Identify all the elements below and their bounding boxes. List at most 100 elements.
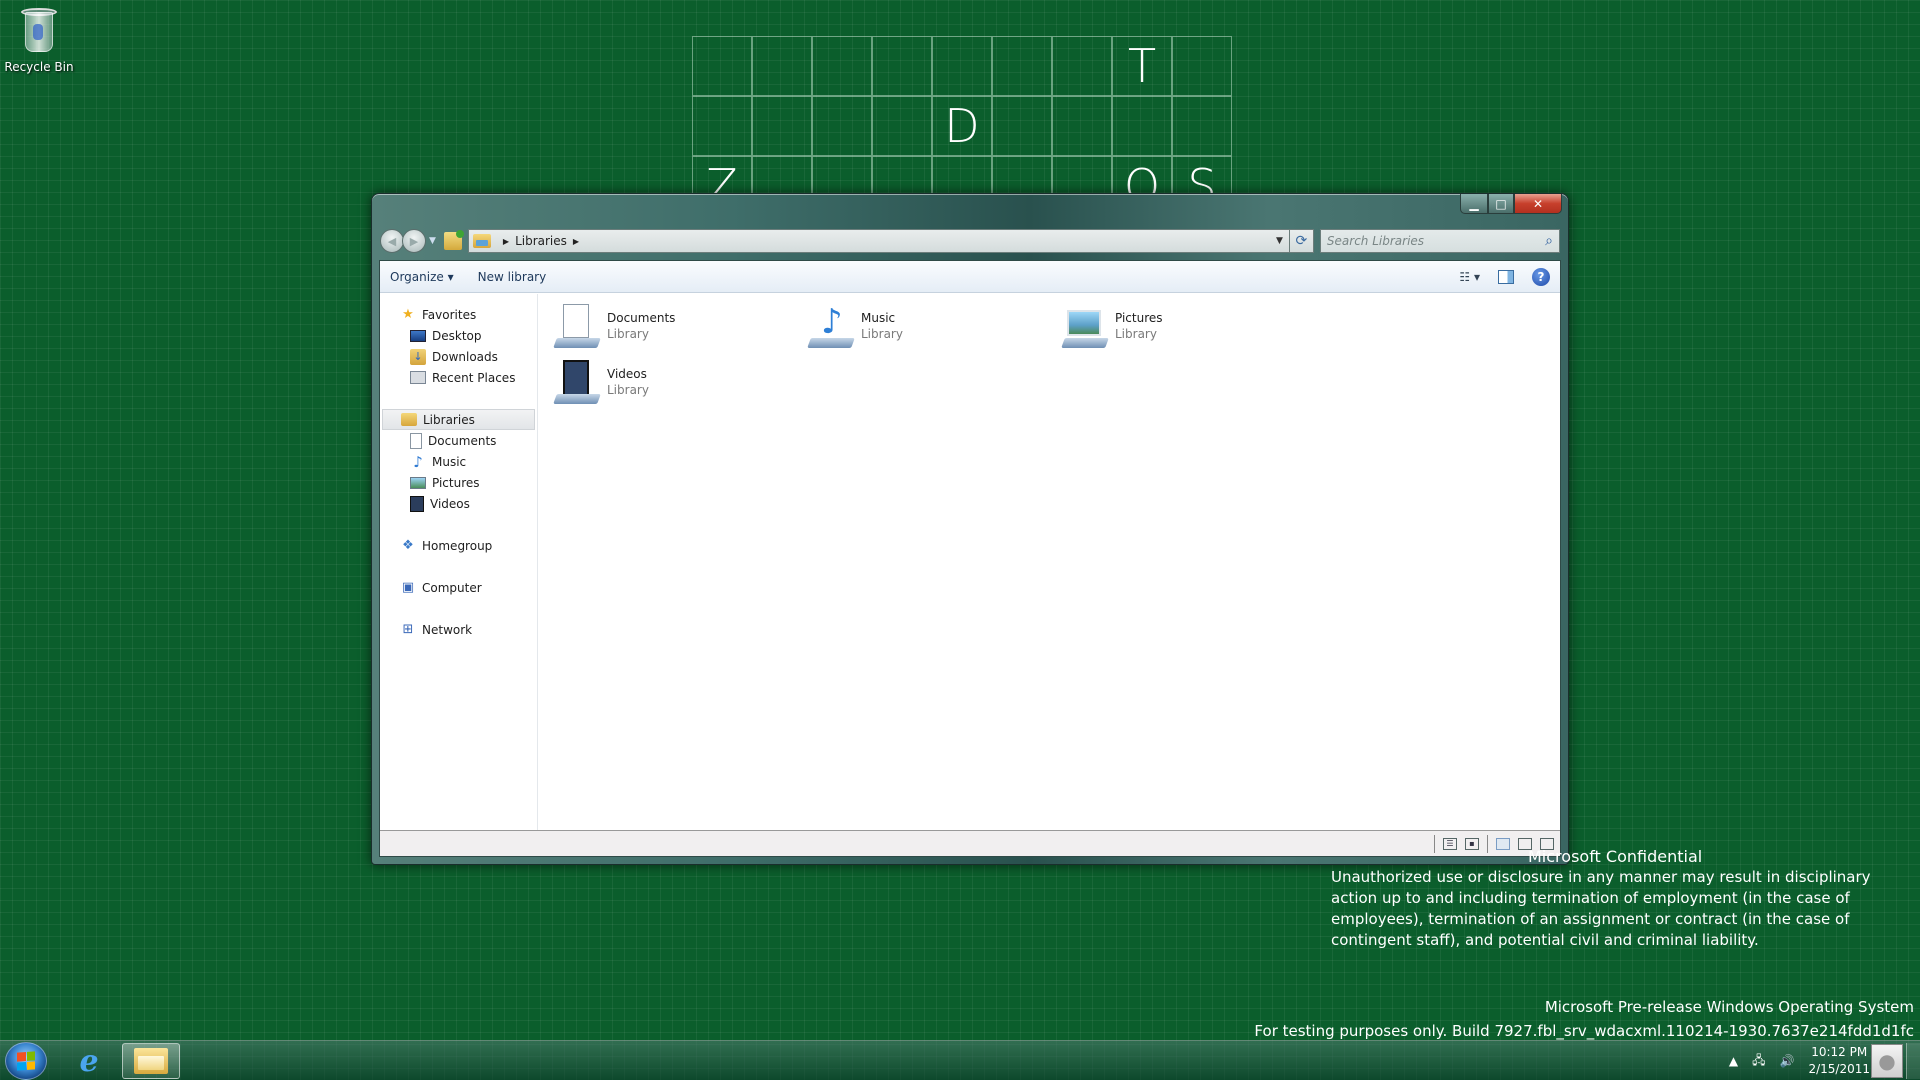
nav-label: Homegroup: [422, 538, 493, 553]
forward-arrow-icon: ▶: [409, 234, 419, 248]
new-library-button[interactable]: New library: [478, 270, 547, 284]
internet-explorer-icon: e: [79, 1043, 99, 1079]
show-hidden-icons-button[interactable]: ▲: [1729, 1054, 1738, 1068]
search-input[interactable]: Search Libraries ⌕: [1319, 229, 1560, 253]
library-type: Library: [607, 327, 649, 341]
libraries-folder-icon: [472, 234, 491, 248]
nav-label: Videos: [430, 496, 470, 511]
wallpaper-grid-cell: [1052, 96, 1112, 156]
wallpaper-grid-cell: [932, 36, 992, 96]
libraries-icon: [401, 413, 417, 426]
library-type: Library: [861, 327, 903, 341]
film-icon: [410, 495, 424, 512]
music-library-icon: ♪: [807, 302, 855, 350]
wallpaper-grid-cell: [1172, 36, 1232, 96]
nav-network[interactable]: ⊞ Network: [380, 619, 537, 640]
breadcrumb-arrow-icon[interactable]: ▶: [573, 237, 579, 246]
address-bar[interactable]: ▶ Libraries ▶ ▼: [467, 229, 1290, 253]
refresh-button[interactable]: ⟳: [1289, 229, 1314, 253]
nav-label: Favorites: [422, 307, 477, 322]
wallpaper-grid-cell: [872, 36, 932, 96]
library-name: Music: [861, 311, 896, 325]
wallpaper-grid-cell: [1172, 96, 1232, 156]
help-icon[interactable]: ?: [1532, 267, 1550, 286]
documents-library-icon: [553, 302, 601, 350]
library-name: Documents: [607, 311, 676, 325]
organize-button[interactable]: Organize ▾: [390, 270, 454, 284]
explorer-window: ▁ □ ✕ ◀ ▶ ▼ ▶ Libraries ▶ ▼ ⟳ Search Lib…: [371, 193, 1569, 865]
nav-favorites[interactable]: ★ Favorites: [380, 304, 537, 325]
library-type: Library: [607, 383, 649, 397]
wallpaper-grid-cell: [692, 36, 752, 96]
recent-places-icon: [410, 371, 426, 384]
back-button[interactable]: ◀: [380, 229, 404, 253]
search-icon[interactable]: ⌕: [1545, 233, 1553, 249]
os-line: Microsoft Pre-release Windows Operating …: [1544, 998, 1914, 1016]
nav-libraries[interactable]: Libraries: [382, 409, 535, 430]
nav-downloads[interactable]: ↓ Downloads: [380, 346, 537, 367]
recent-pages-dropdown[interactable]: ▼: [429, 236, 436, 246]
nav-label: Documents: [428, 433, 497, 448]
nav-label: Pictures: [432, 475, 480, 490]
minimize-button[interactable]: ▁: [1460, 194, 1488, 214]
change-view-icon[interactable]: ☷ ▾: [1459, 270, 1480, 284]
command-bar: Organize ▾ New library ☷ ▾ ?: [380, 261, 1560, 293]
wallpaper-grid-cell: [992, 96, 1052, 156]
clock-date: 2/15/2011: [1808, 1062, 1870, 1076]
star-icon: ★: [402, 307, 414, 322]
volume-icon[interactable]: 🔊: [1780, 1054, 1795, 1068]
nav-recent-places[interactable]: Recent Places: [380, 367, 537, 388]
desktop-icon-recycle-bin[interactable]: Recycle Bin: [4, 6, 74, 74]
close-button[interactable]: ✕: [1514, 194, 1562, 214]
maximize-button[interactable]: □: [1488, 194, 1514, 214]
user-avatar-icon[interactable]: ●: [1871, 1044, 1903, 1078]
library-pictures[interactable]: Pictures Library: [1061, 301, 1301, 351]
library-documents[interactable]: Documents Library: [553, 301, 793, 351]
computer-icon: ▣: [401, 580, 415, 595]
nav-label: Music: [432, 454, 467, 469]
network-status-icon[interactable]: 🖧: [1752, 1051, 1765, 1072]
back-arrow-icon: ◀: [387, 234, 397, 248]
taskbar-windows-explorer[interactable]: [122, 1043, 180, 1079]
homegroup-icon: ❖: [402, 538, 414, 553]
taskbar: e ▲ 🖧 🔊 10:12 PM 2/15/2011 ●: [0, 1040, 1920, 1080]
forward-button[interactable]: ▶: [402, 229, 426, 253]
clock[interactable]: 10:12 PM 2/15/2011: [1808, 1044, 1870, 1078]
preview-pane-icon[interactable]: [1498, 269, 1514, 284]
navigation-row: ◀ ▶ ▼ ▶ Libraries ▶ ▼ ⟳ Search Libraries…: [380, 228, 1560, 254]
wallpaper-grid-cell: [812, 36, 872, 96]
search-placeholder: Search Libraries: [1326, 234, 1425, 248]
nav-label: Recent Places: [432, 370, 516, 385]
library-videos[interactable]: Videos Library: [553, 357, 793, 407]
windows-logo-icon: [17, 1051, 35, 1071]
show-desktop-button[interactable]: [1906, 1043, 1920, 1079]
breadcrumb-libraries[interactable]: Libraries: [515, 234, 567, 248]
library-music[interactable]: ♪ Music Library: [807, 301, 1047, 351]
refresh-icon: ⟳: [1295, 233, 1308, 249]
wallpaper-grid-cell: [692, 96, 752, 156]
wallpaper-letter: D: [944, 99, 980, 153]
clock-time: 10:12 PM: [1811, 1045, 1868, 1059]
nav-computer[interactable]: ▣ Computer: [380, 577, 537, 598]
nav-videos[interactable]: Videos: [380, 493, 537, 514]
nav-label: Network: [422, 622, 473, 637]
nav-documents[interactable]: Documents: [380, 430, 537, 451]
wallpaper-grid-cell: [872, 96, 932, 156]
nav-music[interactable]: ♪ Music: [380, 451, 537, 472]
taskbar-internet-explorer[interactable]: e: [60, 1043, 118, 1079]
up-folder-icon[interactable]: [443, 230, 464, 250]
nav-label: Downloads: [432, 349, 498, 364]
downloads-icon: ↓: [410, 348, 426, 365]
breadcrumb-arrow-icon[interactable]: ▶: [503, 237, 509, 246]
nav-homegroup[interactable]: ❖ Homegroup: [380, 535, 537, 556]
wallpaper-grid-cell: [992, 36, 1052, 96]
nav-pictures[interactable]: Pictures: [380, 472, 537, 493]
desktop-icon: [410, 329, 426, 342]
confidential-notice: Microsoft Confidential Unauthorized use …: [1331, 846, 1911, 951]
nav-desktop[interactable]: Desktop: [380, 325, 537, 346]
address-dropdown-icon[interactable]: ▼: [1270, 236, 1289, 246]
library-type: Library: [1115, 327, 1157, 341]
wallpaper-grid-cell: [1112, 96, 1172, 156]
start-button[interactable]: [5, 1042, 47, 1080]
wallpaper-grid: TDZQSO: [692, 36, 1232, 273]
